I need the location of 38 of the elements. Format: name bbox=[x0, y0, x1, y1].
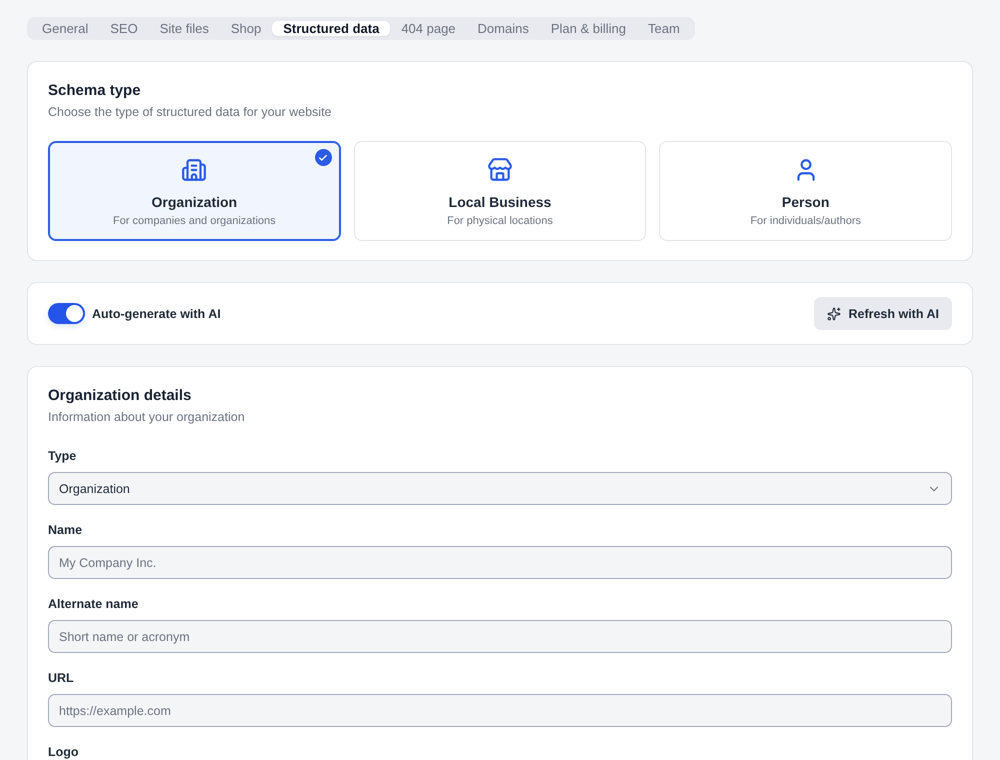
input-field[interactable]: Short name or acronym bbox=[48, 620, 952, 653]
toggle-switch[interactable] bbox=[48, 303, 85, 324]
card-title: Schema type bbox=[48, 81, 142, 101]
field-label: URL bbox=[48, 670, 75, 686]
sparkles-icon bbox=[827, 306, 842, 320]
option-description: For companies and organizations bbox=[113, 214, 276, 228]
store-icon bbox=[486, 157, 513, 183]
tab[interactable]: SEO bbox=[99, 21, 149, 36]
field-label: Alternate name bbox=[48, 596, 140, 612]
tab[interactable]: Team bbox=[637, 21, 691, 36]
toggle-label: Auto-generate with AI bbox=[92, 306, 221, 320]
input-field[interactable]: https://example.com bbox=[48, 694, 952, 727]
select-field[interactable]: Organization bbox=[48, 472, 952, 505]
tab[interactable]: Plan & billing bbox=[540, 21, 637, 36]
card-title: Organization details bbox=[48, 386, 192, 406]
card-subtitle: Information about your organization bbox=[48, 409, 246, 426]
tab[interactable]: General bbox=[31, 21, 100, 36]
field-label: Name bbox=[48, 522, 84, 538]
tab[interactable]: 404 page bbox=[390, 21, 467, 36]
schema-option-card[interactable]: Organization For companies and organizations bbox=[48, 141, 341, 241]
tab[interactable]: Site files bbox=[148, 21, 220, 36]
option-title: Local Business bbox=[448, 193, 552, 211]
tab[interactable]: Shop bbox=[220, 21, 272, 36]
option-description: For individuals/authors bbox=[750, 214, 861, 228]
tab[interactable]: Structured data bbox=[272, 21, 390, 36]
input-field[interactable]: My Company Inc. bbox=[48, 546, 952, 579]
refresh-button[interactable]: Refresh with AI bbox=[814, 297, 952, 330]
option-title: Organization bbox=[152, 193, 238, 211]
building-icon bbox=[181, 157, 208, 183]
field-label: Logo bbox=[48, 744, 80, 760]
schema-option-card[interactable]: Local Business For physical locations bbox=[354, 141, 646, 241]
field-label: Type bbox=[48, 448, 78, 464]
option-description: For physical locations bbox=[447, 214, 553, 228]
check-icon bbox=[314, 149, 332, 166]
tab[interactable]: Domains bbox=[466, 21, 540, 36]
option-title: Person bbox=[782, 193, 830, 211]
card-subtitle: Choose the type of structured data for your website bbox=[48, 104, 332, 121]
schema-option-card[interactable]: Person For individuals/authors bbox=[659, 141, 952, 241]
